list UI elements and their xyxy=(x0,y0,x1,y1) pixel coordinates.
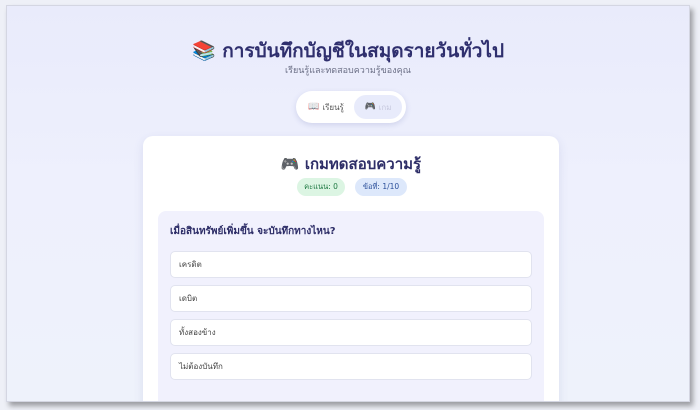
tab-game-label: เกม xyxy=(378,102,392,112)
quiz-panel: เมื่อสินทรัพย์เพิ่มขึ้น จะบันทึกทางไหน? … xyxy=(158,211,544,401)
app-window: 📚 การบันทึกบัญชีในสมุดรายวันทั่วไป เรียน… xyxy=(6,5,690,402)
answer-option[interactable]: เดบิต xyxy=(170,285,532,312)
score-badge: คะแนน: 0 xyxy=(297,178,345,196)
book-icon: 📖 xyxy=(308,102,320,112)
tab-learn-label: เรียนรู้ xyxy=(322,102,344,112)
answer-option[interactable]: เครดิต xyxy=(170,251,532,278)
mode-tabs: 📖 เรียนรู้ 🎮 เกม xyxy=(296,91,406,123)
game-title: 🎮 เกมทดสอบความรู้ xyxy=(280,155,422,173)
tab-game[interactable]: 🎮 เกม xyxy=(354,95,402,119)
question-text: เมื่อสินทรัพย์เพิ่มขึ้น จะบันทึกทางไหน? xyxy=(170,226,336,237)
tab-learn[interactable]: 📖 เรียนรู้ xyxy=(300,95,352,119)
question-counter-badge: ข้อที่: 1/10 xyxy=(355,178,407,196)
page-title: 📚 การบันทึกบัญชีในสมุดรายวันทั่วไป xyxy=(191,40,505,62)
answer-option[interactable]: ทั้งสองข้าง xyxy=(170,319,532,346)
answer-option[interactable]: ไม่ต้องบันทึก xyxy=(170,353,532,380)
game-card: 🎮 เกมทดสอบความรู้ คะแนน: 0 ข้อที่: 1/10 … xyxy=(143,136,559,401)
page-subtitle: เรียนรู้และทดสอบความรู้ของคุณ xyxy=(285,66,411,76)
game-controller-icon: 🎮 xyxy=(364,102,376,112)
